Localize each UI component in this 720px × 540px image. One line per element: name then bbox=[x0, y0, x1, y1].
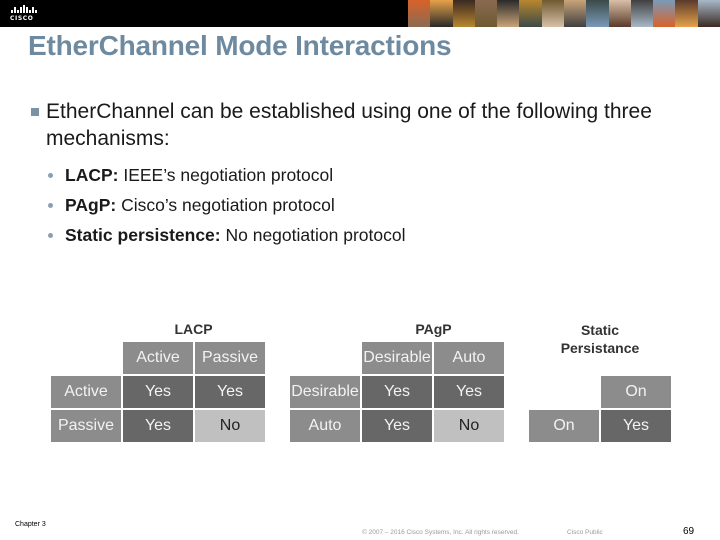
sub-bullet-term: LACP: bbox=[65, 165, 119, 185]
result-cell: Yes bbox=[123, 410, 193, 442]
footer-chapter: Chapter 3 bbox=[15, 521, 46, 528]
result-cell: Yes bbox=[362, 410, 432, 442]
lacp-table-title: LACP bbox=[174, 321, 213, 337]
result-cell: Yes bbox=[362, 376, 432, 408]
top-banner: CISCO bbox=[0, 0, 720, 27]
bullet-main: EtherChannel can be established using on… bbox=[30, 98, 700, 152]
static-title-line2: Persistance bbox=[560, 340, 640, 356]
slide-title: EtherChannel Mode Interactions bbox=[28, 30, 452, 61]
photo-tile bbox=[474, 0, 498, 27]
col-header: Auto bbox=[434, 342, 504, 374]
cisco-bars-icon bbox=[11, 5, 44, 13]
sub-bullet-list: LACP: IEEE’s negotiation protocol PAgP: … bbox=[30, 160, 700, 250]
cisco-logo: CISCO bbox=[10, 5, 44, 23]
sub-bullet-term: Static persistence: bbox=[65, 225, 221, 245]
result-cell: Yes bbox=[434, 376, 504, 408]
sub-bullet-desc: IEEE’s negotiation protocol bbox=[118, 165, 334, 185]
photo-tile bbox=[452, 0, 475, 27]
static-title-line1: Static bbox=[580, 322, 620, 338]
dot-bullet-icon bbox=[48, 203, 53, 208]
pagp-table-title: PAgP bbox=[415, 321, 452, 337]
row-header: Passive bbox=[51, 410, 121, 442]
dot-bullet-icon bbox=[48, 233, 53, 238]
result-cell: Yes bbox=[123, 376, 193, 408]
row-header: Active bbox=[51, 376, 121, 408]
bullet-main-text: EtherChannel can be established using on… bbox=[46, 100, 652, 150]
col-header: Passive bbox=[195, 342, 265, 374]
corner-cell bbox=[529, 376, 599, 408]
photo-tile bbox=[586, 0, 609, 27]
pagp-table: Desirable Auto Desirable Yes Yes Auto Ye… bbox=[290, 342, 504, 442]
corner-cell bbox=[51, 342, 121, 374]
static-table: On On Yes bbox=[529, 376, 671, 442]
photo-tile bbox=[608, 0, 631, 27]
sub-bullet-static: Static persistence: No negotiation proto… bbox=[46, 220, 700, 250]
square-bullet-icon bbox=[31, 108, 39, 116]
photo-tile bbox=[697, 0, 720, 27]
photo-tile bbox=[430, 0, 453, 27]
sub-bullet-lacp: LACP: IEEE’s negotiation protocol bbox=[46, 160, 700, 190]
photo-tile bbox=[519, 0, 542, 27]
photo-tile bbox=[563, 0, 587, 27]
result-cell: Yes bbox=[601, 410, 671, 442]
page-number: 69 bbox=[683, 526, 695, 537]
sub-bullet-desc: No negotiation protocol bbox=[220, 225, 406, 245]
photo-tile bbox=[497, 0, 520, 27]
footer-copyright: © 2007 – 2016 Cisco Systems, Inc. All ri… bbox=[362, 529, 519, 536]
photo-tile bbox=[541, 0, 564, 27]
photo-tile bbox=[630, 0, 654, 27]
sub-bullet-term: PAgP: bbox=[65, 195, 117, 215]
row-header: Auto bbox=[290, 410, 360, 442]
col-header: Desirable bbox=[362, 342, 432, 374]
result-cell: No bbox=[434, 410, 504, 442]
photo-tile bbox=[675, 0, 698, 27]
photo-strip bbox=[408, 0, 720, 27]
footer-classification: Cisco Public bbox=[567, 529, 603, 536]
logo-text: CISCO bbox=[10, 15, 34, 22]
corner-cell bbox=[290, 342, 360, 374]
photo-tile bbox=[653, 0, 676, 27]
row-header: Desirable bbox=[290, 376, 360, 408]
sub-bullet-desc: Cisco’s negotiation protocol bbox=[116, 195, 335, 215]
static-table-title: Static Persistance bbox=[545, 321, 655, 357]
col-header: On bbox=[601, 376, 671, 408]
sub-bullet-pagp: PAgP: Cisco’s negotiation protocol bbox=[46, 190, 700, 220]
dot-bullet-icon bbox=[48, 173, 53, 178]
lacp-table: Active Passive Active Yes Yes Passive Ye… bbox=[51, 342, 265, 442]
result-cell: Yes bbox=[195, 376, 265, 408]
result-cell: No bbox=[195, 410, 265, 442]
row-header: On bbox=[529, 410, 599, 442]
col-header: Active bbox=[123, 342, 193, 374]
photo-tile bbox=[408, 0, 431, 27]
slide-body: EtherChannel can be established using on… bbox=[30, 98, 700, 250]
